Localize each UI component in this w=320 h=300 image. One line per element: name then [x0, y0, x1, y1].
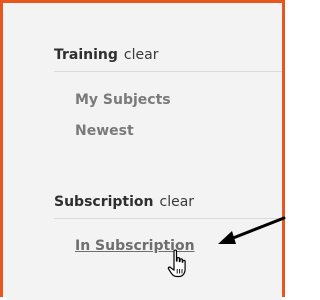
hand-pointer-icon: [167, 249, 186, 278]
subscription-title: Subscription: [54, 194, 154, 210]
filter-panel: Training clear My Subjects Newest Subscr…: [6, 6, 282, 300]
training-divider: [54, 71, 282, 72]
training-clear-link[interactable]: clear: [124, 47, 159, 63]
subscription-section-header: Subscription clear: [54, 194, 194, 214]
training-section-header: Training clear: [54, 47, 158, 67]
subscription-clear-link[interactable]: clear: [160, 194, 195, 210]
annotation-arrow-icon: [218, 216, 286, 244]
filter-item-newest[interactable]: Newest: [75, 123, 134, 139]
training-title: Training: [54, 47, 118, 63]
panel-frame: Training clear My Subjects Newest Subscr…: [0, 0, 285, 300]
filter-item-my-subjects[interactable]: My Subjects: [75, 92, 171, 108]
